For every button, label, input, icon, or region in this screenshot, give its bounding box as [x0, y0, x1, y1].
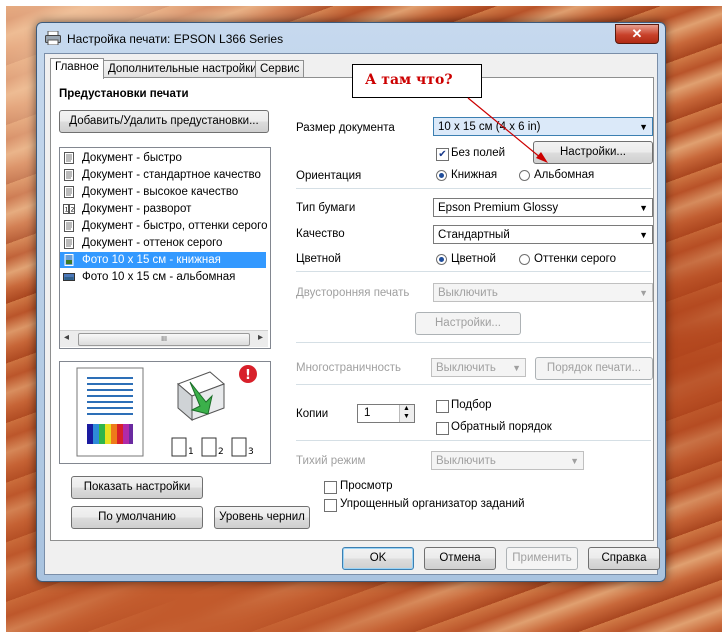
- annotation-arrow: [467, 97, 542, 159]
- annotation-arrow-layer: [467, 97, 548, 163]
- tab-main[interactable]: Главное: [50, 58, 104, 79]
- annotation-arrowhead: [536, 152, 548, 163]
